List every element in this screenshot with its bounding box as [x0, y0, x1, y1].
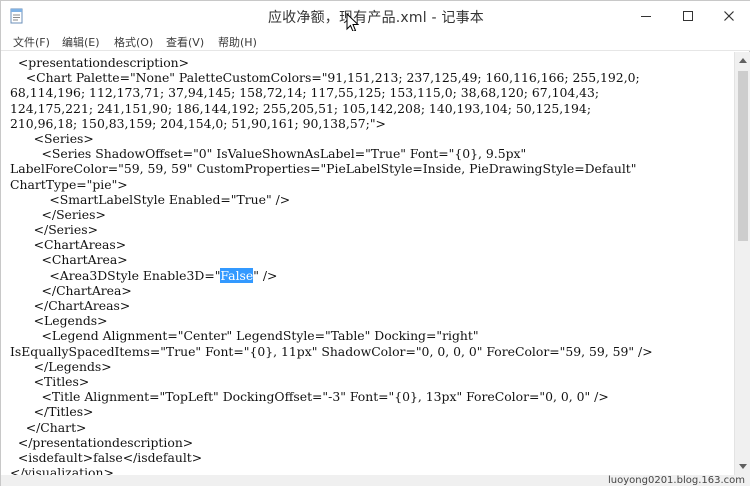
line-text: <Titles>	[10, 373, 90, 389]
text-line[interactable]: </visualization>	[10, 465, 653, 475]
menu-file[interactable]: 文件(F)	[13, 34, 50, 50]
text-line[interactable]: <ChartArea>	[10, 252, 653, 267]
menu-edit[interactable]: 编辑(E)	[62, 34, 100, 50]
mouse-cursor-icon	[346, 13, 360, 33]
menu-format[interactable]: 格式(O)	[114, 34, 153, 50]
line-text: <Legends>	[10, 313, 108, 329]
line-text: <isdefault>false</isdefault>	[10, 449, 203, 465]
line-text: <presentationdescription>	[10, 55, 190, 70]
close-button[interactable]	[707, 1, 750, 31]
line-text: 124,175,221; 241,151,90; 186,144,192; 25…	[10, 100, 591, 116]
minimize-button[interactable]	[623, 1, 668, 31]
document-text[interactable]: <presentationdescription> <Chart Palette…	[10, 55, 653, 475]
text-line[interactable]: <Legends>	[10, 313, 653, 328]
line-text: <Legend Alignment="Center" LegendStyle="…	[10, 328, 479, 344]
line-text: <ChartArea>	[10, 252, 128, 268]
text-line[interactable]: </Series>	[10, 222, 653, 237]
scroll-down-button[interactable]	[735, 458, 750, 475]
line-text: LabelForeColor="59, 59, 59" CustomProper…	[10, 161, 637, 177]
text-line[interactable]: <Titles>	[10, 374, 653, 389]
text-line[interactable]: </Legends>	[10, 359, 653, 374]
text-line[interactable]: </ChartArea>	[10, 283, 653, 298]
menu-bar: 文件(F) 编辑(E) 格式(O) 查看(V) 帮助(H)	[1, 31, 750, 51]
status-strip: luoyong0201.blog.163.com	[1, 475, 750, 486]
line-text: </Legends>	[10, 358, 112, 374]
line-text: ChartType="pie">	[10, 176, 128, 192]
watermark-text: luoyong0201.blog.163.com	[608, 475, 745, 486]
text-line[interactable]: IsEquallySpacedItems="True" Font="{0}, 1…	[10, 344, 653, 359]
menu-help[interactable]: 帮助(H)	[218, 34, 257, 50]
minimize-icon	[640, 16, 651, 17]
text-line[interactable]: </Chart>	[10, 420, 653, 435]
text-line[interactable]: <Legend Alignment="Center" LegendStyle="…	[10, 328, 653, 343]
text-line[interactable]: <SmartLabelStyle Enabled="True" />	[10, 192, 653, 207]
line-text: <Series ShadowOffset="0" IsValueShownAsL…	[10, 146, 527, 162]
text-line[interactable]: <Series ShadowOffset="0" IsValueShownAsL…	[10, 146, 653, 161]
text-line[interactable]: <Series>	[10, 131, 653, 146]
line-text: </presentationdescription>	[10, 434, 194, 450]
line-text: IsEquallySpacedItems="True" Font="{0}, 1…	[10, 343, 653, 359]
line-text: </Series>	[10, 222, 98, 238]
maximize-icon	[682, 11, 693, 21]
notepad-window: 应收净额，现有产品.xml - 记事本 文件(F) 编辑(E) 格式(O) 查看…	[0, 0, 750, 486]
text-line[interactable]: <ChartAreas>	[10, 237, 653, 252]
text-line[interactable]: ChartType="pie">	[10, 177, 653, 192]
arrow-down-icon	[739, 464, 747, 469]
maximize-button[interactable]	[665, 1, 710, 31]
line-text: <Series>	[10, 130, 94, 146]
text-line[interactable]: LabelForeColor="59, 59, 59" CustomProper…	[10, 161, 653, 176]
line-text: </Titles>	[10, 404, 94, 420]
close-icon	[724, 11, 734, 21]
text-line[interactable]: <Title Alignment="TopLeft" DockingOffset…	[10, 389, 653, 404]
line-text: </Series>	[10, 206, 106, 222]
text-line[interactable]: 210,96,18; 150,83,159; 204,154,0; 51,90,…	[10, 116, 653, 131]
line-text: </visualization>	[10, 465, 114, 475]
menu-view[interactable]: 查看(V)	[166, 34, 204, 50]
line-text: </ChartArea>	[10, 282, 132, 298]
title-bar[interactable]: 应收净额，现有产品.xml - 记事本	[1, 1, 750, 33]
line-text: </Chart>	[10, 419, 87, 435]
text-line[interactable]: <Chart Palette="None" PaletteCustomColor…	[10, 70, 653, 85]
arrow-up-icon	[739, 58, 747, 63]
selected-text[interactable]: False	[220, 267, 254, 283]
line-text: <SmartLabelStyle Enabled="True" />	[10, 191, 291, 207]
text-line[interactable]: </presentationdescription>	[10, 435, 653, 450]
line-text-tail: " />	[253, 267, 278, 283]
text-line[interactable]: </Titles>	[10, 404, 653, 419]
text-line[interactable]: </ChartAreas>	[10, 298, 653, 313]
line-text: </ChartAreas>	[10, 298, 131, 313]
scroll-up-button[interactable]	[735, 52, 750, 69]
text-line[interactable]: 68,114,196; 112,173,71; 37,94,145; 158,7…	[10, 85, 653, 100]
text-line[interactable]: 124,175,221; 241,151,90; 186,144,192; 25…	[10, 101, 653, 116]
line-text: <Area3DStyle Enable3D="	[10, 267, 221, 283]
text-editor-area[interactable]: <presentationdescription> <Chart Palette…	[1, 52, 734, 475]
vertical-scrollbar[interactable]	[734, 52, 750, 475]
line-text: <Chart Palette="None" PaletteCustomColor…	[10, 70, 640, 86]
line-text: <Title Alignment="TopLeft" DockingOffset…	[10, 389, 609, 405]
line-text: 210,96,18; 150,83,159; 204,154,0; 51,90,…	[10, 115, 386, 131]
text-line[interactable]: <Area3DStyle Enable3D="False" />	[10, 267, 653, 283]
line-text: <ChartAreas>	[10, 237, 127, 253]
line-text: 68,114,196; 112,173,71; 37,94,145; 158,7…	[10, 85, 600, 101]
text-line[interactable]: <isdefault>false</isdefault>	[10, 450, 653, 465]
text-line[interactable]: <presentationdescription>	[10, 55, 653, 70]
text-line[interactable]: </Series>	[10, 207, 653, 222]
scrollbar-thumb[interactable]	[738, 71, 748, 241]
